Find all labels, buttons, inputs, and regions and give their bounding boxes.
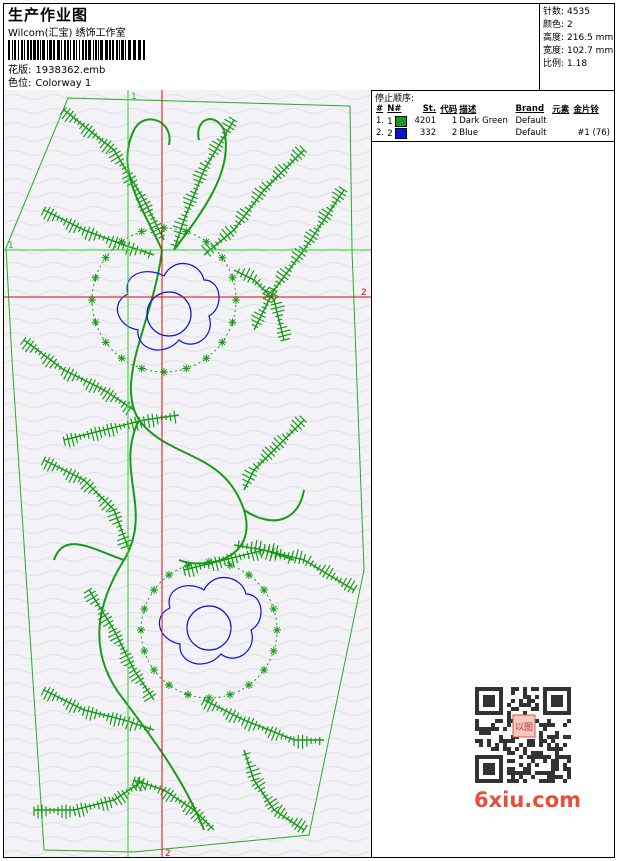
colorway-row: 色位: Colorway 1 xyxy=(8,74,91,89)
col-needle: N# xyxy=(387,104,402,114)
col-index: # xyxy=(376,104,384,114)
barcode xyxy=(8,40,145,60)
fabric-texture xyxy=(4,90,371,857)
stat-width: 宽度: 102.7 mm xyxy=(543,46,614,56)
stat-colors: 颜色: 2 xyxy=(543,20,573,30)
embroidery-design-canvas: 1 2 1 2 xyxy=(4,90,372,857)
col-description: 描述 xyxy=(459,105,477,115)
col-element: 元素 xyxy=(552,105,570,115)
qr-code: 以图 xyxy=(467,683,581,803)
stat-height: 高度: 216.5 mm xyxy=(543,33,614,43)
guide-v2-label: 2 xyxy=(165,849,171,857)
color-swatch-green xyxy=(395,115,408,127)
sheet-header: 生产作业图 Wilcom(汇宝) 绣饰工作室 花版: 1938362.emb 色位… xyxy=(4,4,614,91)
table-row: 1. 1 4201 1 Dark Green Default xyxy=(376,115,547,127)
col-brand: Brand xyxy=(515,104,545,114)
stat-stitches: 针数: 4535 xyxy=(543,7,590,17)
table-row: 2. 2 332 2 Blue Default #1 (76) xyxy=(376,127,610,139)
table-header-row: # N# St. 代码 描述 Brand 元素 金片铃 xyxy=(375,103,611,115)
embroidery-design: 1 2 1 2 xyxy=(4,90,371,857)
company-name: Wilcom(汇宝) 绣饰工作室 xyxy=(8,28,126,39)
panel-divider xyxy=(372,141,614,142)
guide-v1-label: 1 xyxy=(131,92,137,102)
col-code: 代码 xyxy=(440,105,458,115)
col-sequin: 金片铃 xyxy=(573,105,599,115)
colorway-label: 色位: xyxy=(8,78,32,89)
guide-h2-label: 2 xyxy=(361,288,367,298)
qr-seal-text: 以图 xyxy=(515,722,533,733)
guide-h1-label: 1 xyxy=(8,241,14,251)
design-stats: 针数: 4535 颜色: 2 高度: 216.5 mm 宽度: 102.7 mm 比例:… xyxy=(539,4,614,90)
col-stitches: St. xyxy=(422,104,437,114)
watermark-text: 6xiu.com xyxy=(474,788,582,812)
sheet-title: 生产作业图 xyxy=(8,6,89,24)
colorway-value: Colorway 1 xyxy=(35,78,92,89)
color-stop-table: # N# St. 代码 描述 Brand 元素 金片铃 1. 1 4201 1 … xyxy=(375,103,611,139)
stat-scale: 比例: 1.18 xyxy=(543,59,588,69)
color-swatch-blue xyxy=(395,127,408,139)
